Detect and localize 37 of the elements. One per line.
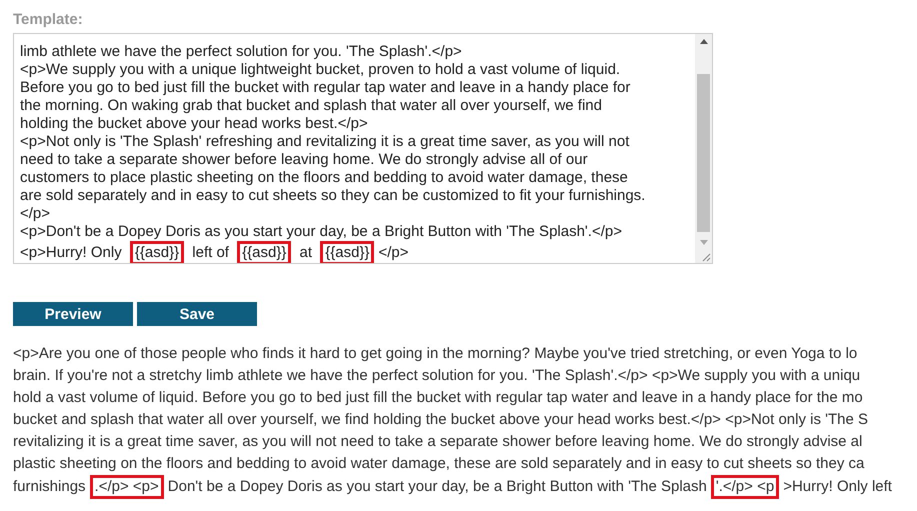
- scrollbar[interactable]: [695, 34, 712, 263]
- preview-button[interactable]: Preview: [13, 302, 133, 326]
- template-text: left of: [191, 244, 230, 261]
- save-button[interactable]: Save: [137, 302, 257, 326]
- preview-text: furnishings: [13, 478, 86, 495]
- preview-text: >Hurry! Only left: [783, 478, 892, 495]
- template-text: <p>Hurry! Only: [20, 244, 123, 261]
- highlighted-text: {{asd}}: [320, 241, 374, 263]
- template-text: at: [298, 244, 314, 261]
- preview-text: hold a vast volume of liquid. Before you go to bed just fill the bucket with regular tap water and leave in a handy place for the mo: [13, 389, 863, 406]
- preview-text: plastic sheeting on the floors and bedding to avoid water damage, these are sold separately and in easy to cut sheets so they ca: [13, 455, 864, 472]
- template-text: customers to place plastic sheeting on the floors and bedding to avoid water damage, these: [20, 169, 628, 186]
- template-text: holding the bucket above your head works best.</p>: [20, 115, 368, 132]
- resize-grip-icon[interactable]: [701, 252, 711, 262]
- template-text: need to take a separate shower before leaving home. We do strongly advise all of our: [20, 151, 588, 168]
- preview-text: brain. If you're not a stretchy limb athlete we have the perfect solution for you. 'The Splash'.</p> <p>We supply you with a uniqu: [13, 367, 860, 384]
- template-textarea[interactable]: [13, 33, 713, 264]
- highlighted-text: .</p> <p>: [90, 475, 164, 499]
- template-text: are sold separately and in easy to cut sheets so they can be customized to fit your furnishings.: [20, 187, 646, 204]
- template-text: Before you go to bed just fill the bucket with regular tap water and leave in a handy place for: [20, 79, 630, 96]
- template-text: the morning. On waking grab that bucket and splash that water all over yourself, we find: [20, 97, 602, 114]
- template-text: </p>: [378, 244, 408, 261]
- scroll-up-icon[interactable]: [700, 39, 708, 44]
- preview-text: revitalizing it is a great time saver, as you will not need to take a separate shower before leaving home. We do strongly advise al: [13, 433, 862, 450]
- preview-text: <p>Are you one of those people who finds it hard to get going in the morning? Maybe you've tried stretching, or even Yoga to lo: [13, 345, 858, 362]
- preview-text: Don't be a Dopey Doris as you start your day, be a Bright Button with 'The Splash: [168, 478, 707, 495]
- scroll-down-icon[interactable]: [700, 240, 708, 245]
- template-text: <p>Not only is 'The Splash' refreshing and revitalizing it is a great time saver, as you will not: [20, 133, 630, 150]
- template-text: </p>: [20, 205, 50, 222]
- template-text: <p>We supply you with a unique lightweight bucket, proven to hold a vast volume of liquid.: [20, 61, 620, 78]
- template-label: Template:: [13, 11, 84, 30]
- highlighted-text: '.</p> <p: [710, 475, 780, 499]
- highlighted-text: {{asd}}: [237, 241, 292, 263]
- template-text: limb athlete we have the perfect solution for you. 'The Splash'.</p>: [20, 43, 462, 60]
- highlighted-text: {{asd}}: [130, 241, 184, 263]
- preview-text: bucket and splash that water all over yourself, we find holding the bucket above your head works best.</p> <p>Not only is 'The S: [13, 411, 868, 428]
- template-text: <p>Don't be a Dopey Doris as you start your day, be a Bright Button with 'The Splash'.</p>: [20, 223, 622, 240]
